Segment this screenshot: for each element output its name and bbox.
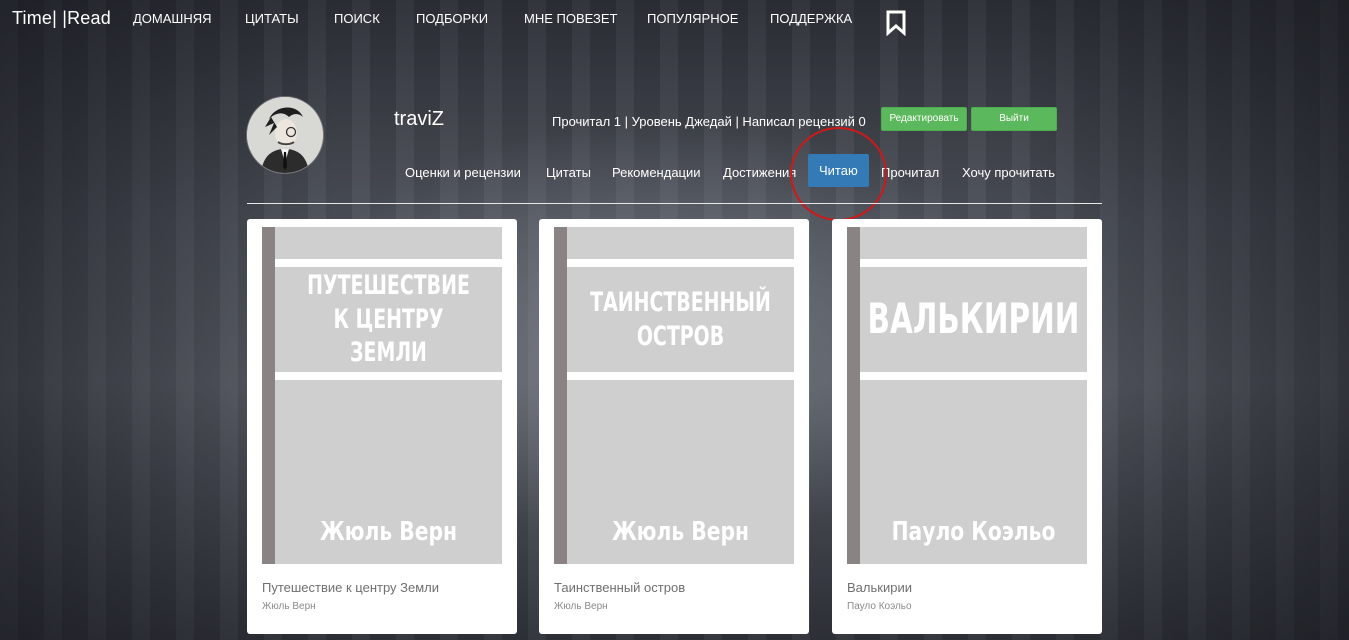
cover-title: Таинственный остров xyxy=(590,286,771,352)
tab-recommendations[interactable]: Рекомендации xyxy=(612,165,701,180)
book-cover: Валькирии Пауло Коэльо xyxy=(847,227,1087,564)
cover-band xyxy=(567,227,794,259)
avatar xyxy=(247,97,323,173)
book-card[interactable]: Таинственный остров Жюль Верн Таинственн… xyxy=(539,219,809,634)
tab-read[interactable]: Прочитал xyxy=(881,165,939,180)
username: traviZ xyxy=(394,108,444,130)
book-card[interactable]: Валькирии Пауло Коэльо Валькирии Пауло К… xyxy=(832,219,1102,634)
nav-item-support[interactable]: ПОДДЕРЖКА xyxy=(770,11,852,26)
tab-achievements[interactable]: Достижения xyxy=(723,165,796,180)
cover-spine xyxy=(554,227,567,564)
top-navbar: Time| |Read ДОМАШНЯЯ ЦИТАТЫ ПОИСК ПОДБОР… xyxy=(0,0,1349,40)
nav-item-collections[interactable]: ПОДБОРКИ xyxy=(416,11,488,26)
nav-item-popular[interactable]: ПОПУЛЯРНОЕ xyxy=(647,11,738,26)
cover-band xyxy=(860,227,1087,259)
nav-item-quotes[interactable]: ЦИТАТЫ xyxy=(245,11,299,26)
logout-button[interactable]: Выйти xyxy=(971,107,1057,131)
book-author[interactable]: Пауло Коэльо xyxy=(847,601,912,612)
cover-author: Жюль Верн xyxy=(319,517,458,547)
book-author[interactable]: Жюль Верн xyxy=(262,601,316,612)
cover-title: Валькирии xyxy=(867,294,1080,344)
tab-quotes[interactable]: Цитаты xyxy=(546,165,591,180)
divider xyxy=(247,203,1102,204)
book-cover: Путешествие к центру Земли Жюль Верн xyxy=(262,227,502,564)
cover-spine xyxy=(262,227,275,564)
avatar-illustration xyxy=(247,97,323,173)
tab-reading[interactable]: Читаю xyxy=(808,154,869,187)
edit-profile-button[interactable]: Редактировать xyxy=(881,107,967,131)
book-cover: Таинственный остров Жюль Верн xyxy=(554,227,794,564)
brand-logo[interactable]: Time| |Read xyxy=(12,8,111,29)
book-title[interactable]: Валькирии xyxy=(847,580,912,595)
cover-author: Пауло Коэльо xyxy=(891,517,1056,547)
nav-item-lucky[interactable]: МНЕ ПОВЕЗЕТ xyxy=(524,11,617,26)
cover-author: Жюль Верн xyxy=(611,517,750,547)
nav-item-home[interactable]: ДОМАШНЯЯ xyxy=(133,11,212,26)
tab-ratings-reviews[interactable]: Оценки и рецензии xyxy=(405,165,521,180)
book-card[interactable]: Путешествие к центру Земли Жюль Верн Пут… xyxy=(247,219,517,634)
book-author[interactable]: Жюль Верн xyxy=(554,601,608,612)
cover-band xyxy=(275,227,502,259)
cover-spine xyxy=(847,227,860,564)
bookmark-icon[interactable] xyxy=(885,10,907,36)
nav-item-search[interactable]: ПОИСК xyxy=(334,11,380,26)
book-title[interactable]: Путешествие к центру Земли xyxy=(262,580,439,595)
cover-title: Путешествие к центру Земли xyxy=(307,269,470,369)
book-title[interactable]: Таинственный остров xyxy=(554,580,685,595)
tab-want-to-read[interactable]: Хочу прочитать xyxy=(962,165,1055,180)
user-stats: Прочитал 1 | Уровень Джедай | Написал ре… xyxy=(552,114,866,129)
